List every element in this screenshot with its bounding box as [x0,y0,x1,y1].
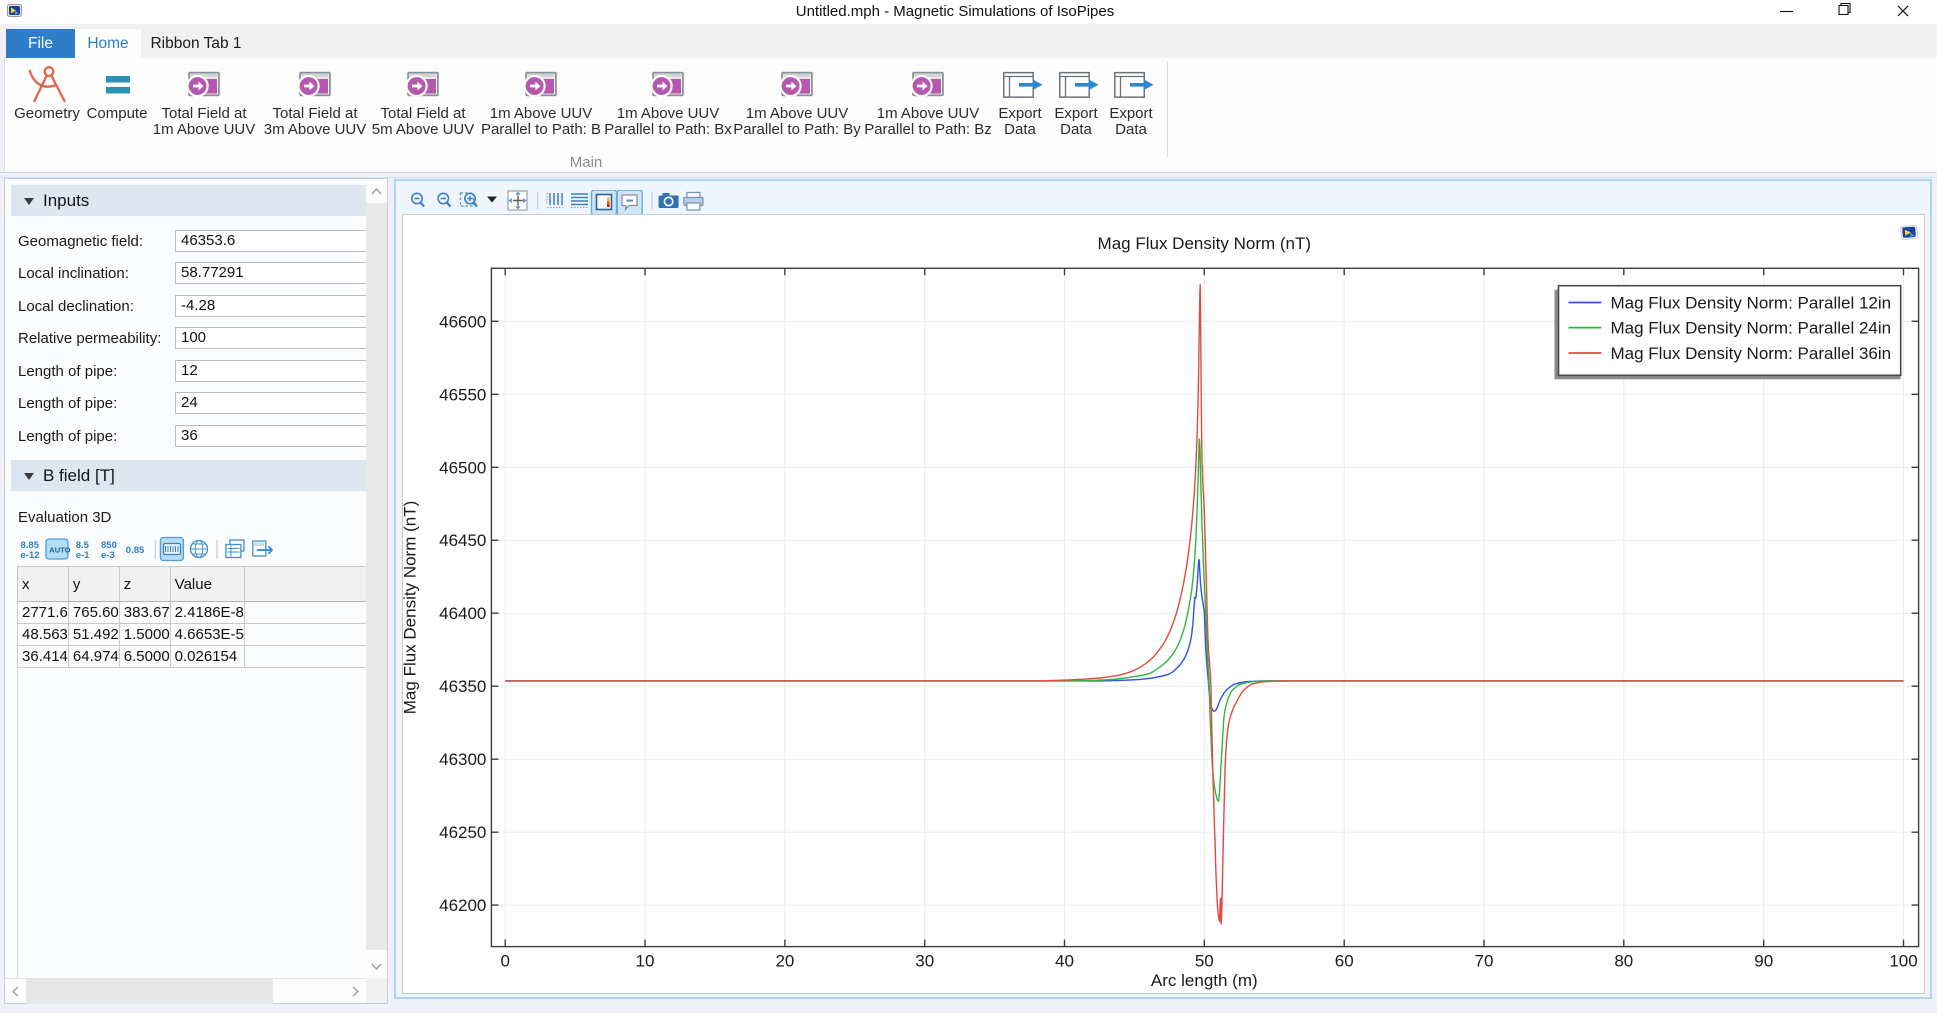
svg-text:e-1: e-1 [76,550,90,561]
svg-text:90: 90 [1754,952,1773,971]
svg-text:Mag Flux Density Norm: Paralle: Mag Flux Density Norm: Parallel 36in [1611,344,1892,363]
svg-text:0.85: 0.85 [126,545,145,556]
svg-text:46300: 46300 [439,750,486,769]
svg-text:20: 20 [775,952,794,971]
svg-text:Mag Flux Density Norm (nT): Mag Flux Density Norm (nT) [402,501,419,714]
svg-text:e-3: e-3 [101,550,115,561]
svg-text:Mag Flux Density Norm: Paralle: Mag Flux Density Norm: Parallel 24in [1611,319,1892,338]
svg-text:80: 80 [1614,952,1633,971]
svg-text:30: 30 [915,952,934,971]
svg-text:46500: 46500 [439,458,486,477]
svg-text:70: 70 [1475,952,1494,971]
svg-text:50: 50 [1195,952,1214,971]
svg-text:46400: 46400 [439,604,486,623]
svg-text:0: 0 [500,952,509,971]
svg-text:100: 100 [1889,952,1917,971]
svg-text:AUTO: AUTO [49,545,70,554]
svg-text:Mag Flux Density Norm (nT): Mag Flux Density Norm (nT) [1098,234,1311,253]
svg-text:46200: 46200 [439,896,486,915]
svg-text:46600: 46600 [439,312,486,331]
svg-text:Arc length (m): Arc length (m) [1151,971,1258,990]
svg-text:e-12: e-12 [21,550,40,561]
svg-text:46550: 46550 [439,385,486,404]
svg-text:Mag Flux Density Norm: Paralle: Mag Flux Density Norm: Parallel 12in [1611,294,1892,313]
svg-text:60: 60 [1335,952,1354,971]
svg-text:46450: 46450 [439,531,486,550]
svg-text:10: 10 [636,952,655,971]
svg-text:40: 40 [1055,952,1074,971]
svg-text:46250: 46250 [439,823,486,842]
svg-text:46350: 46350 [439,677,486,696]
